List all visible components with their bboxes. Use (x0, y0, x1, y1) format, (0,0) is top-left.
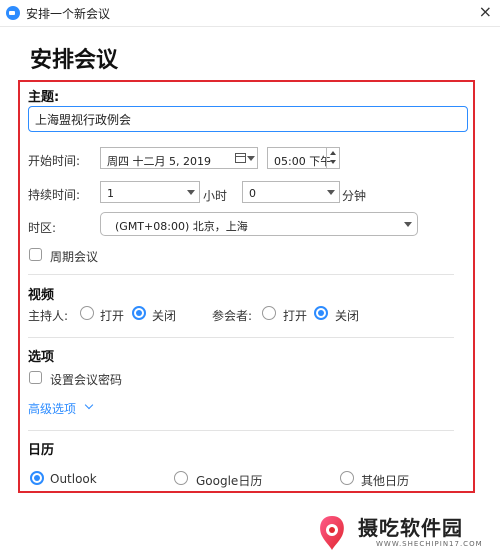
calendar-icon[interactable] (235, 153, 246, 163)
page-title: 安排会议 (30, 48, 119, 73)
topic-input[interactable]: 上海盟视行政例会 (28, 106, 468, 132)
timezone-select[interactable]: (GMT+08:00) 北京，上海 (100, 212, 418, 236)
calendar-other-radio[interactable] (340, 471, 354, 485)
options-section-title: 选项 (28, 350, 55, 365)
host-video-on-label: 打开 (100, 309, 125, 323)
advanced-options-link[interactable]: 高级选项 (28, 400, 76, 417)
host-video-off-radio[interactable] (132, 306, 146, 320)
duration-label: 持续时间: (28, 188, 81, 202)
time-spinner-icon[interactable] (326, 148, 339, 168)
chevron-down-icon (404, 222, 412, 227)
chevron-down-icon (327, 190, 335, 195)
participants-video-on-label: 打开 (283, 309, 308, 323)
watermark-logo-icon (320, 516, 344, 550)
host-video-label: 主持人: (28, 309, 69, 323)
recurring-checkbox[interactable] (29, 248, 42, 261)
duration-minutes-value: 0 (249, 187, 256, 200)
divider (28, 337, 454, 338)
highlight-frame (18, 80, 475, 493)
close-icon[interactable]: × (479, 2, 492, 21)
duration-hours-value: 1 (107, 187, 114, 200)
topic-label: 主题: (28, 90, 60, 105)
calendar-outlook-label: Outlook (50, 472, 97, 486)
host-video-on-radio[interactable] (80, 306, 94, 320)
start-time-value: 05:00 下午 (274, 155, 332, 168)
calendar-outlook-radio[interactable] (30, 471, 44, 485)
video-section-title: 视频 (28, 288, 55, 303)
window-title: 安排一个新会议 (26, 7, 111, 21)
password-label: 设置会议密码 (50, 373, 123, 387)
watermark-url: WWW.SHECHIPIN17.COM (376, 540, 483, 548)
duration-hours-select[interactable]: 1 (100, 181, 200, 203)
participants-video-off-label: 关闭 (335, 309, 360, 323)
participants-video-off-radio[interactable] (314, 306, 328, 320)
title-bar: 安排一个新会议 × (0, 0, 500, 27)
divider (28, 274, 454, 275)
calendar-google-radio[interactable] (174, 471, 188, 485)
calendar-section-title: 日历 (28, 443, 55, 458)
host-video-off-label: 关闭 (152, 309, 177, 323)
calendar-google-label: Google日历 (196, 474, 263, 488)
recurring-label: 周期会议 (50, 250, 99, 264)
chevron-down-icon[interactable] (247, 156, 255, 161)
start-time-label: 开始时间: (28, 154, 81, 168)
zoom-app-icon (6, 6, 20, 20)
divider (28, 430, 454, 431)
calendar-other-label: 其他日历 (361, 474, 410, 488)
participants-video-label: 参会者: (212, 309, 253, 323)
participants-video-on-radio[interactable] (262, 306, 276, 320)
watermark-text: 摄吃软件园 (358, 516, 463, 540)
timezone-label: 时区: (28, 221, 57, 235)
start-time-input[interactable]: 05:00 下午 (267, 147, 340, 169)
start-date-picker[interactable]: 周四 十二月 5, 2019 (100, 147, 258, 169)
hours-unit-label: 小时 (203, 189, 228, 203)
password-checkbox[interactable] (29, 371, 42, 384)
timezone-value: (GMT+08:00) 北京，上海 (115, 220, 248, 233)
start-date-value: 周四 十二月 5, 2019 (107, 155, 211, 168)
minutes-unit-label: 分钟 (342, 189, 367, 203)
chevron-down-icon (187, 190, 195, 195)
duration-minutes-select[interactable]: 0 (242, 181, 340, 203)
